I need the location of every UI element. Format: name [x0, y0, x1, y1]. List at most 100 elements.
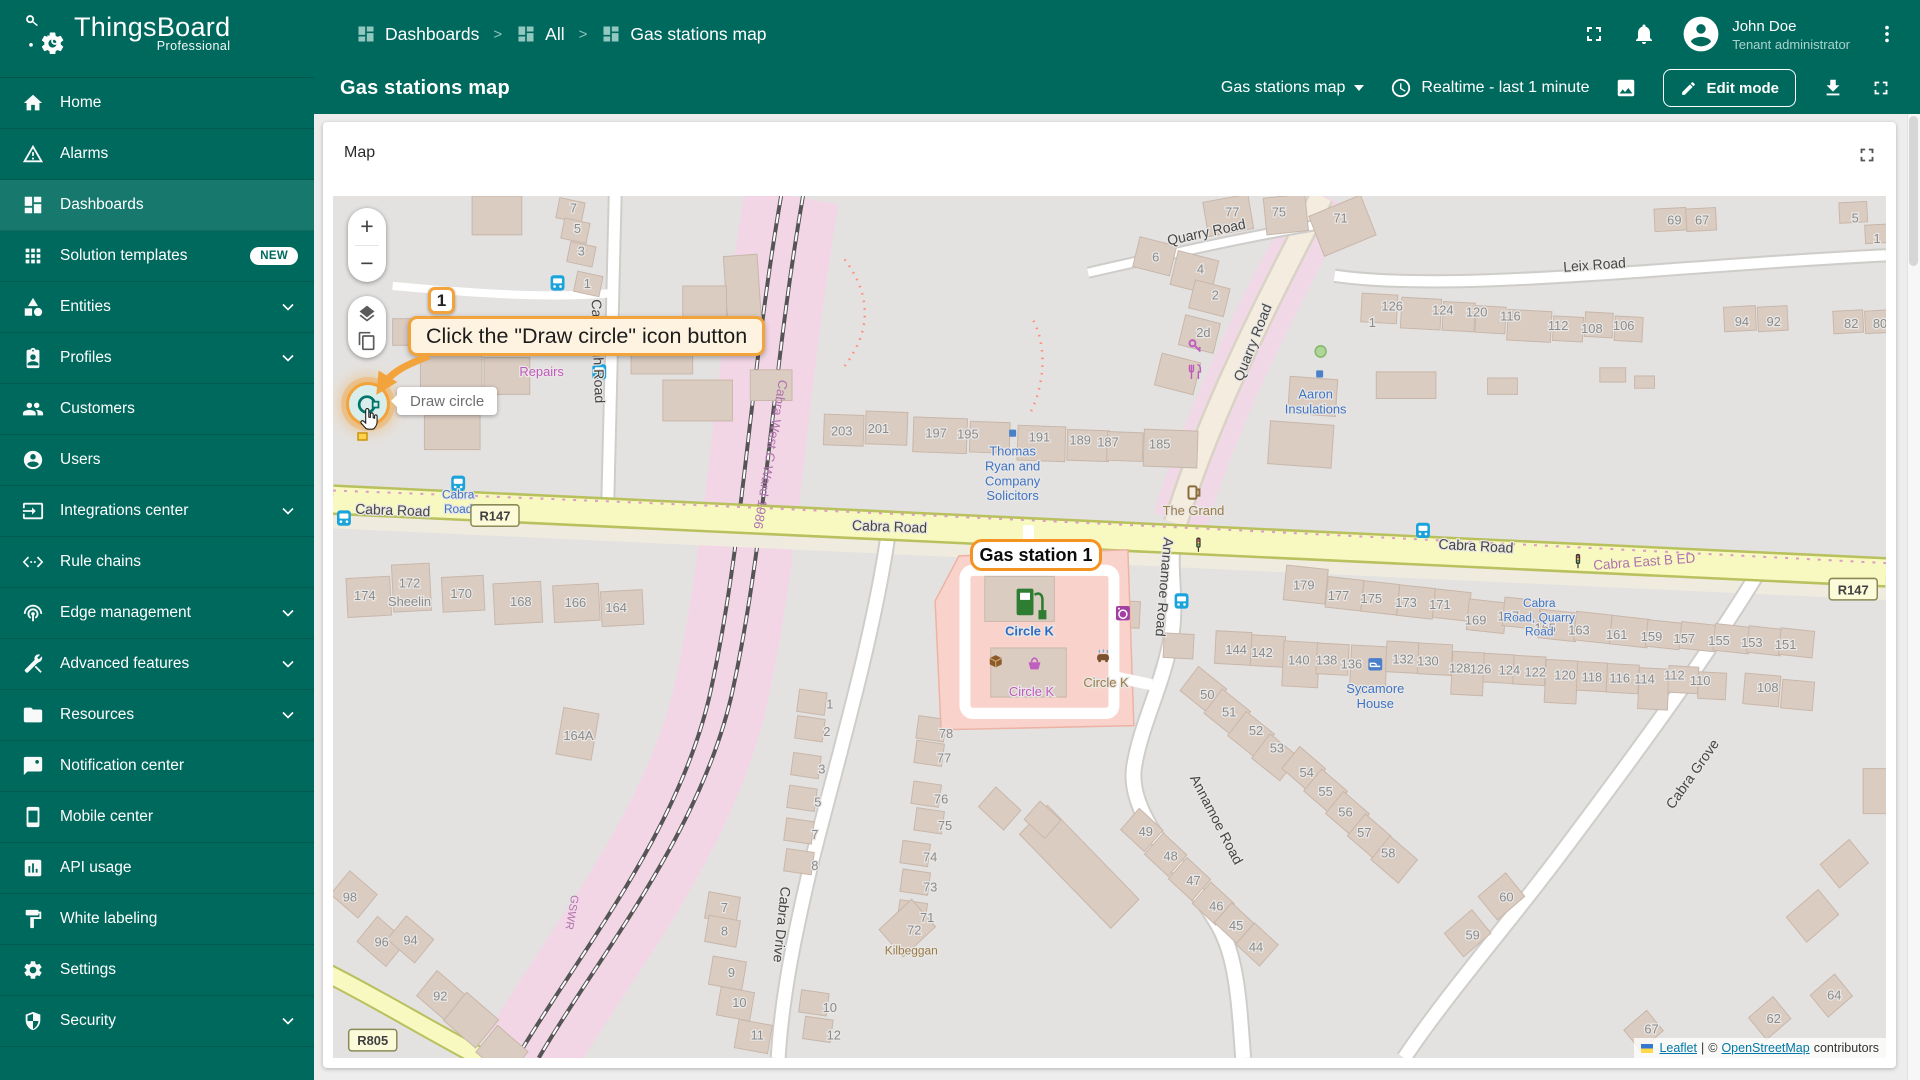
hand-pointer-cursor [357, 408, 378, 441]
map-label: 9 [728, 965, 735, 980]
sidebar-item-entities[interactable]: Entities [0, 282, 314, 333]
sidebar-item-alarms[interactable]: Alarms [0, 129, 314, 180]
sidebar: ThingsBoard Professional Home Alarms Das… [0, 0, 314, 1080]
fullscreen-icon[interactable] [1582, 22, 1606, 46]
zoom-out-button[interactable]: − [348, 246, 386, 283]
map-label: 5 [574, 221, 581, 236]
map-label: 108 [1757, 680, 1779, 695]
brand-subtitle: Professional [156, 38, 231, 53]
sidebar-item-label: Mobile center [60, 808, 154, 825]
map-label: Sheelin [388, 594, 431, 609]
map-label: 142 [1251, 645, 1273, 660]
map-label: 60 [1499, 889, 1513, 904]
map-label: 5 [1852, 210, 1859, 225]
map-label: Cabra Road [355, 501, 430, 520]
image-gallery-icon[interactable] [1615, 77, 1637, 99]
zoom-in-button[interactable]: + [348, 208, 386, 245]
page-title: Gas stations map [340, 76, 510, 99]
bus-icon [550, 275, 565, 291]
sidebar-item-security[interactable]: Security [0, 996, 314, 1047]
map-label: 168 [510, 594, 532, 609]
user-menu[interactable]: John Doe Tenant administrator [1682, 15, 1850, 53]
edit-mode-label: Edit mode [1706, 79, 1779, 97]
sidebar-item-customers[interactable]: Customers [0, 384, 314, 435]
sidebar-item-label: Resources [60, 706, 135, 723]
sidebar-item-white-labeling[interactable]: White labeling [0, 894, 314, 945]
svg-text:R805: R805 [357, 1033, 388, 1048]
sidebar-item-home[interactable]: Home [0, 78, 314, 129]
breadcrumb-item[interactable]: Gas stations map [601, 24, 767, 45]
chevron-down-icon [282, 507, 294, 515]
widget-fullscreen-icon[interactable] [1856, 144, 1878, 166]
map-label: 3 [818, 762, 825, 777]
sidebar-item-advanced-features[interactable]: Advanced features [0, 639, 314, 690]
sidebar-nav: Home Alarms Dashboards Solution template… [0, 78, 314, 1047]
sidebar-item-users[interactable]: Users [0, 435, 314, 486]
layers-icon[interactable] [357, 304, 377, 324]
map-label: 1 [1873, 231, 1880, 246]
sidebar-item-label: Home [60, 94, 102, 111]
map-label: 67 [1644, 1021, 1658, 1036]
leaflet-link[interactable]: Leaflet [1659, 1041, 1697, 1055]
edit-mode-button[interactable]: Edit mode [1663, 69, 1796, 107]
map-label: 126 [1470, 661, 1492, 676]
app-logo[interactable]: ThingsBoard Professional [0, 0, 314, 78]
draw-circle-tooltip: Draw circle [390, 387, 498, 415]
sidebar-item-profiles[interactable]: Profiles [0, 333, 314, 384]
scrollbar[interactable] [1907, 114, 1920, 1080]
dashboards-icon [518, 26, 534, 42]
attribution-separator: | [1700, 1041, 1705, 1055]
sidebar-item-solution-templates[interactable]: Solution templates NEW [0, 231, 314, 282]
contributors-label: contributors [1813, 1041, 1879, 1055]
map-label: 140 [1288, 652, 1310, 667]
more-menu-icon[interactable] [1876, 23, 1898, 45]
sidebar-item-integrations-center[interactable]: Integrations center [0, 486, 314, 537]
map-label: 151 [1775, 637, 1797, 652]
sidebar-item-mobile-center[interactable]: Mobile center [0, 792, 314, 843]
expand-fullscreen-icon[interactable] [1870, 77, 1892, 99]
map-label: Circle K [1083, 675, 1128, 690]
openstreetmap-link[interactable]: OpenStreetMap [1721, 1041, 1809, 1055]
map-label: 124 [1432, 302, 1454, 317]
sidebar-item-dashboards[interactable]: Dashboards [0, 180, 314, 231]
pencil-icon [1682, 81, 1696, 95]
map-label: 177 [1328, 588, 1350, 603]
security-icon [25, 1011, 41, 1031]
thingsboard-app: ThingsBoard Professional Home Alarms Das… [0, 0, 1920, 1080]
sidebar-item-rule-chains[interactable]: Rule chains [0, 537, 314, 588]
sidebar-item-notification-center[interactable]: Notification center [0, 741, 314, 792]
widget-title: Map [344, 144, 376, 161]
map-label: 92 [1767, 314, 1781, 329]
svg-text:R147: R147 [1838, 582, 1869, 597]
map-label: 173 [1395, 595, 1417, 610]
breadcrumb-separator: > [493, 25, 503, 43]
sidebar-item-label: Customers [60, 400, 135, 417]
dashboard-content: Map 7 5 3 1 77 75 71 69 67 5 1 6 4 2 2d … [314, 114, 1920, 1080]
time-window-button[interactable]: Realtime - last 1 minute [1390, 77, 1589, 99]
notifications-bell-icon[interactable] [1632, 22, 1656, 46]
breadcrumb-item[interactable]: All [516, 24, 565, 45]
map-label: 50 [1200, 687, 1214, 702]
map-label: 187 [1097, 434, 1119, 449]
dashboard-state-select[interactable]: Gas stations map [1221, 79, 1365, 97]
sidebar-item-resources[interactable]: Resources [0, 690, 314, 741]
download-icon[interactable] [1822, 77, 1844, 99]
thingsboard-logo-icon [26, 15, 64, 54]
dashboard-state-value: Gas stations map [1220, 79, 1346, 96]
sidebar-item-label: Solution templates [60, 247, 188, 264]
map-container[interactable]: 7 5 3 1 77 75 71 69 67 5 1 6 4 2 2d 1 126 124 120 116 112 108… [333, 196, 1886, 1058]
chevron-down-icon [282, 303, 294, 311]
integrations-icon [22, 502, 44, 520]
breadcrumb-item[interactable]: Dashboards [356, 24, 479, 45]
gas-station-marker-label[interactable]: Gas station 1 [970, 539, 1102, 571]
sidebar-item-edge-management[interactable]: Edge management [0, 588, 314, 639]
sidebar-item-api-usage[interactable]: API usage [0, 843, 314, 894]
map-label: 1 [584, 276, 591, 291]
map-widget-card: Map 7 5 3 1 77 75 71 69 67 5 1 6 4 2 2d … [323, 122, 1896, 1068]
apps-icon [25, 248, 41, 264]
sidebar-item-settings[interactable]: Settings [0, 945, 314, 996]
tutorial-step-badge: 1 [428, 287, 455, 314]
map-label: 128 [1449, 660, 1471, 675]
map-label: 153 [1741, 635, 1763, 650]
alarm-icon [22, 144, 44, 163]
